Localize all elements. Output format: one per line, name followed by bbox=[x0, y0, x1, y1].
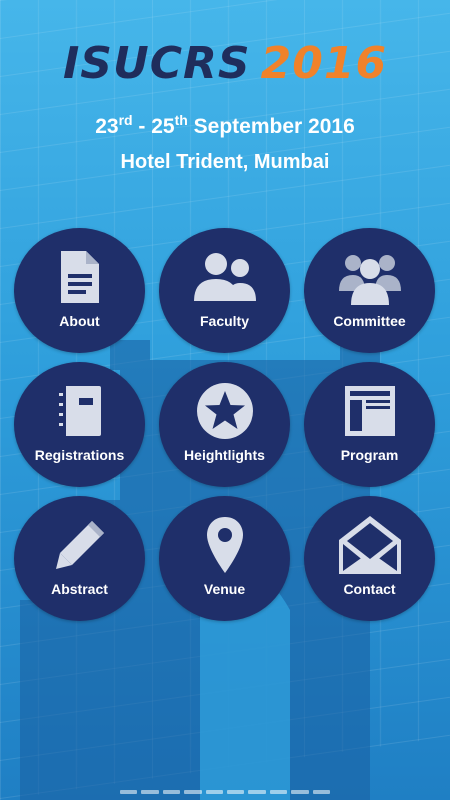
about-label: About bbox=[59, 313, 100, 329]
program-label: Program bbox=[340, 447, 399, 463]
about-button[interactable]: About bbox=[14, 228, 145, 353]
envelope-icon bbox=[304, 514, 435, 576]
event-dates: 23rd - 25th September 2016 bbox=[0, 112, 450, 139]
people-icon bbox=[159, 246, 290, 308]
registrations-button[interactable]: Registrations bbox=[14, 362, 145, 487]
committee-label: Committee bbox=[333, 313, 406, 329]
date-rest: September 2016 bbox=[187, 115, 355, 138]
venue-label: Venue bbox=[203, 581, 246, 597]
star-icon bbox=[159, 380, 290, 442]
logo-name: ISUCRS bbox=[62, 38, 251, 89]
page-indicator bbox=[120, 790, 331, 794]
pencil-icon bbox=[14, 514, 145, 576]
menu-grid: About Faculty Committee Registrations He… bbox=[14, 228, 436, 621]
faculty-button[interactable]: Faculty bbox=[159, 228, 290, 353]
contact-button[interactable]: Contact bbox=[304, 496, 435, 621]
date-sep: - 25 bbox=[132, 115, 175, 138]
heightlights-label: Heightlights bbox=[184, 447, 265, 463]
conference-logo: ISUCRS 2016 bbox=[63, 38, 387, 89]
registrations-label: Registrations bbox=[34, 447, 125, 463]
date-sup1: rd bbox=[118, 112, 133, 128]
app-header: ISUCRS 2016 bbox=[0, 38, 450, 89]
group-icon bbox=[304, 246, 435, 308]
faculty-label: Faculty bbox=[199, 313, 249, 329]
location-pin-icon bbox=[159, 514, 290, 576]
program-button[interactable]: Program bbox=[304, 362, 435, 487]
document-icon bbox=[14, 246, 145, 308]
contact-label: Contact bbox=[343, 581, 396, 597]
committee-button[interactable]: Committee bbox=[304, 228, 435, 353]
date-sup2: th bbox=[174, 112, 188, 128]
notebook-icon bbox=[14, 380, 145, 442]
date-day1: 23 bbox=[95, 115, 119, 138]
heightlights-button[interactable]: Heightlights bbox=[159, 362, 290, 487]
logo-year: 2016 bbox=[260, 38, 388, 89]
abstract-button[interactable]: Abstract bbox=[14, 496, 145, 621]
abstract-label: Abstract bbox=[51, 581, 108, 597]
layout-icon bbox=[304, 380, 435, 442]
event-venue: Hotel Trident, Mumbai bbox=[120, 151, 330, 173]
venue-button[interactable]: Venue bbox=[159, 496, 290, 621]
